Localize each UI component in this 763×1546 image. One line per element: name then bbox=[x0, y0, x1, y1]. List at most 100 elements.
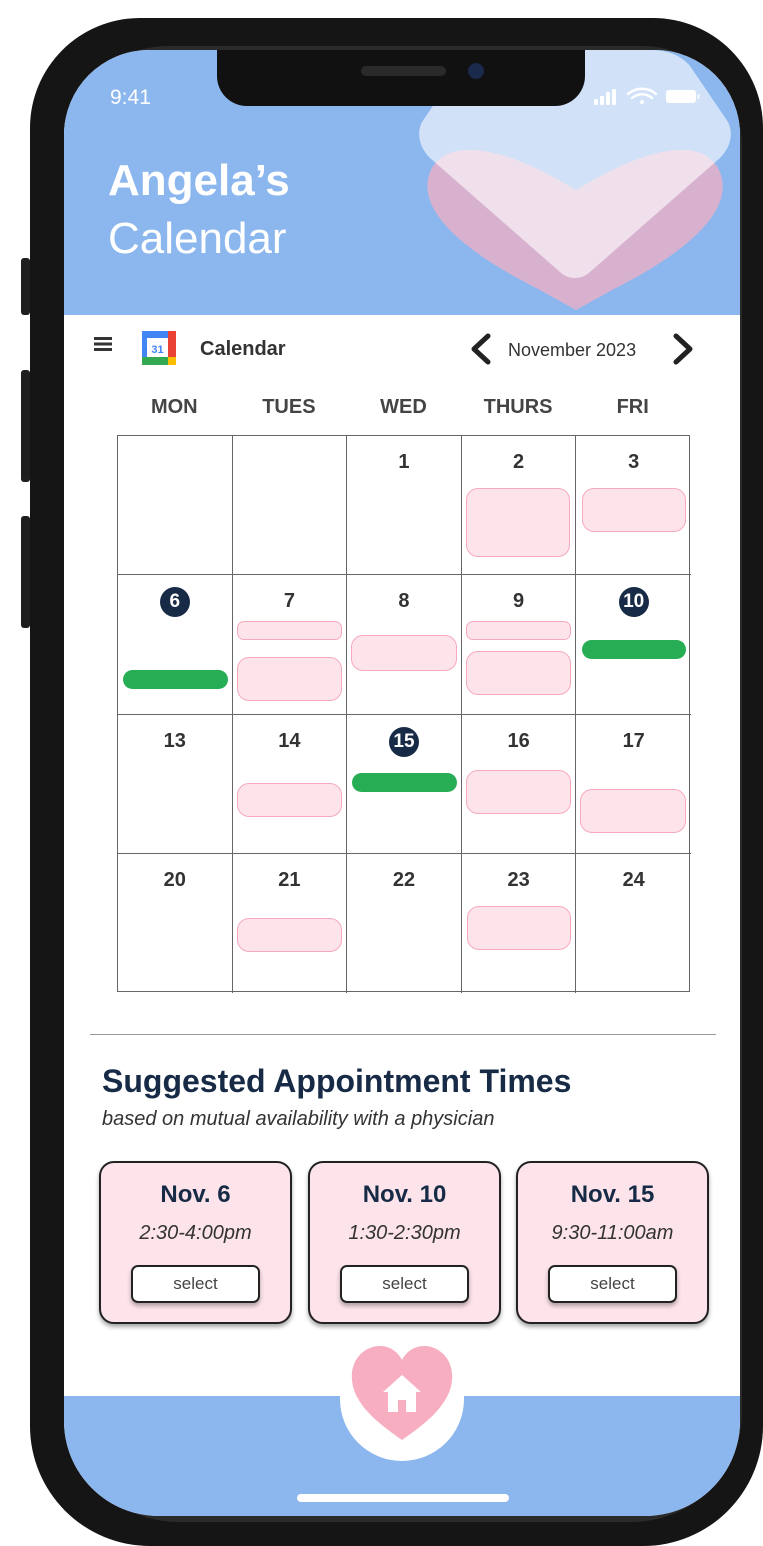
page-title-line1: Angela’s bbox=[108, 156, 290, 205]
suggestion-date: Nov. 6 bbox=[160, 1181, 231, 1208]
google-calendar-icon: 31 bbox=[142, 331, 176, 365]
speaker bbox=[361, 66, 446, 76]
weekday-fri: FRI bbox=[616, 396, 649, 418]
day-cell[interactable]: 15 bbox=[347, 714, 462, 854]
day-cell[interactable]: 16 bbox=[461, 714, 577, 854]
select-button[interactable]: select bbox=[340, 1265, 469, 1303]
day-cell[interactable]: 8 bbox=[347, 575, 462, 715]
home-indicator[interactable] bbox=[297, 1494, 509, 1502]
day-cell[interactable]: 20 bbox=[118, 853, 233, 993]
home-icon[interactable] bbox=[348, 1340, 456, 1448]
event-block[interactable] bbox=[236, 657, 342, 702]
event-block[interactable] bbox=[465, 651, 571, 696]
weekday-mon: MON bbox=[150, 396, 198, 418]
suggested-slot-bar[interactable] bbox=[582, 640, 687, 660]
notch bbox=[217, 50, 585, 106]
hamburger-icon[interactable] bbox=[94, 337, 112, 351]
select-button[interactable]: select bbox=[131, 1265, 260, 1303]
suggestion-card: Nov. 10 1:30-2:30pm select bbox=[308, 1161, 501, 1324]
event-block[interactable] bbox=[582, 488, 687, 532]
suggestions-subtitle: based on mutual availability with a phys… bbox=[102, 1108, 495, 1130]
day-cell[interactable]: 14 bbox=[232, 714, 348, 854]
app-icon-number: 31 bbox=[151, 344, 163, 356]
wifi-icon bbox=[626, 87, 658, 104]
weekday-thurs: THURS bbox=[483, 396, 553, 418]
day-number: 22 bbox=[392, 868, 416, 891]
phone-mockup: 9:41 Angela’s Calendar 31 Calendar Novem… bbox=[0, 0, 763, 1546]
day-cell[interactable]: 17 bbox=[576, 715, 691, 854]
event-block[interactable] bbox=[351, 635, 458, 672]
app-header: 9:41 Angela’s Calendar bbox=[64, 50, 740, 315]
day-cell[interactable]: 13 bbox=[118, 714, 233, 854]
suggestion-time: 1:30-2:30pm bbox=[348, 1222, 461, 1244]
event-block[interactable] bbox=[465, 488, 570, 557]
suggestions-title: Suggested Appointment Times bbox=[102, 1063, 572, 1099]
weekday-wed: WED bbox=[380, 396, 427, 418]
event-block[interactable] bbox=[236, 917, 342, 952]
day-number: 20 bbox=[163, 868, 186, 891]
volume-down-button bbox=[21, 516, 30, 628]
suggestion-card: Nov. 6 2:30-4:00pm select bbox=[99, 1161, 292, 1324]
suggestion-date: Nov. 15 bbox=[570, 1181, 655, 1208]
day-number: 1 bbox=[398, 451, 410, 473]
day-number: 14 bbox=[278, 729, 301, 752]
day-number: 17 bbox=[622, 729, 645, 752]
day-number: 8 bbox=[398, 590, 410, 613]
day-cell[interactable]: 3 bbox=[576, 436, 691, 576]
day-number: 21 bbox=[278, 868, 301, 891]
day-cell[interactable]: 22 bbox=[347, 853, 462, 993]
month-label: November 2023 bbox=[508, 340, 637, 360]
event-block[interactable] bbox=[466, 905, 571, 950]
suggested-slot-bar[interactable] bbox=[123, 670, 228, 690]
battery-icon bbox=[666, 90, 700, 103]
day-number: 7 bbox=[283, 590, 295, 613]
status-time: 9:41 bbox=[110, 86, 151, 109]
front-camera bbox=[468, 63, 484, 79]
day-number: 3 bbox=[628, 451, 640, 473]
calendar-toolbar: 31 Calendar November 2023 bbox=[64, 327, 740, 371]
day-number: 24 bbox=[622, 868, 645, 891]
day-cell[interactable]: 9 bbox=[461, 575, 577, 715]
day-cell[interactable]: 2 bbox=[461, 436, 577, 576]
section-divider bbox=[90, 1034, 716, 1035]
day-cell[interactable]: 24 bbox=[576, 854, 691, 993]
day-cell[interactable]: 10 bbox=[576, 575, 691, 715]
suggestion-time: 9:30-11:00am bbox=[551, 1222, 674, 1244]
chevron-right-icon[interactable] bbox=[668, 333, 698, 365]
day-number-highlighted: 15 bbox=[388, 726, 419, 757]
page-title-line2: Calendar bbox=[108, 214, 287, 263]
day-number: 13 bbox=[163, 729, 186, 752]
status-icons bbox=[594, 87, 700, 105]
day-cell[interactable] bbox=[232, 436, 348, 576]
event-block[interactable] bbox=[465, 769, 571, 814]
event-block[interactable] bbox=[465, 621, 571, 641]
silent-switch bbox=[21, 258, 30, 315]
day-number-highlighted: 10 bbox=[618, 587, 649, 618]
day-number-highlighted: 6 bbox=[159, 587, 190, 618]
day-number: 2 bbox=[513, 451, 525, 473]
signal-icon bbox=[594, 89, 616, 105]
phone-screen: 9:41 Angela’s Calendar 31 Calendar Novem… bbox=[64, 50, 740, 1516]
day-cell[interactable]: 1 bbox=[347, 436, 462, 576]
volume-up-button bbox=[21, 370, 30, 482]
event-block[interactable] bbox=[580, 788, 687, 833]
chevron-left-icon[interactable] bbox=[466, 333, 496, 365]
select-button[interactable]: select bbox=[548, 1265, 677, 1303]
day-number: 16 bbox=[507, 729, 530, 752]
day-number: 23 bbox=[507, 868, 530, 891]
day-cell[interactable] bbox=[118, 436, 233, 576]
weekday-tues: TUES bbox=[262, 396, 316, 418]
suggested-slot-bar[interactable] bbox=[352, 772, 458, 792]
weekday-header: MON TUES WED THURS FRI bbox=[117, 396, 690, 426]
suggestion-date: Nov. 10 bbox=[362, 1181, 447, 1208]
calendar-grid: 1 2 3 6 7 8 9 10 13 14 15 16 17 20 21 22… bbox=[117, 435, 691, 993]
app-name: Calendar bbox=[200, 338, 286, 360]
day-cell[interactable]: 23 bbox=[462, 853, 577, 993]
day-cell[interactable]: 7 bbox=[232, 575, 348, 715]
day-number: 9 bbox=[513, 590, 525, 613]
event-block[interactable] bbox=[236, 621, 342, 641]
suggestion-card: Nov. 15 9:30-11:00am select bbox=[516, 1161, 709, 1324]
day-cell[interactable]: 21 bbox=[233, 853, 348, 993]
event-block[interactable] bbox=[236, 782, 342, 817]
day-cell[interactable]: 6 bbox=[118, 575, 233, 715]
